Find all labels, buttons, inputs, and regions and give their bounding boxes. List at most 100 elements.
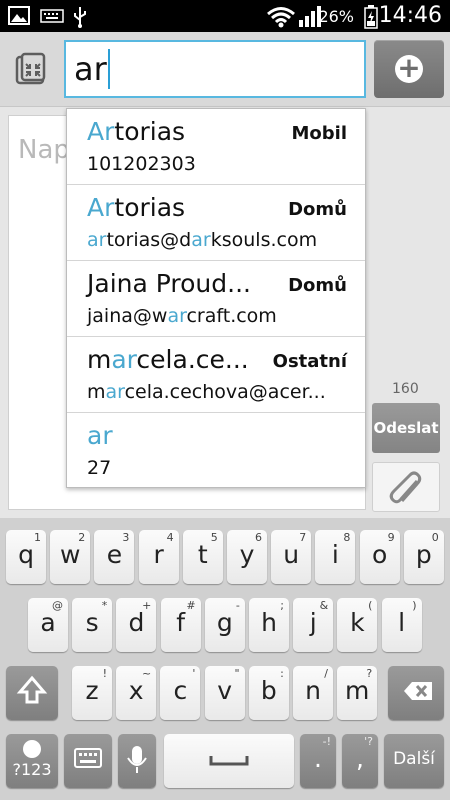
- key-z-label: z: [85, 676, 99, 705]
- key-a[interactable]: a @: [28, 598, 68, 652]
- key-i-secondary: 8: [343, 531, 351, 544]
- space-key[interactable]: [164, 734, 294, 788]
- key-l[interactable]: l): [381, 598, 422, 652]
- key-e-secondary: 3: [122, 531, 130, 544]
- keyboard-settings-key[interactable]: [64, 734, 112, 788]
- period-key-secondary: -!: [322, 735, 331, 748]
- suggestion-item[interactable]: Jaina Proud... Domů jaina@warcraft.com: [67, 261, 365, 337]
- key-m[interactable]: m?: [337, 666, 378, 720]
- key-k[interactable]: k(: [337, 598, 378, 652]
- symbols-mode-key[interactable]: ?123: [6, 734, 58, 788]
- key-h[interactable]: h;: [249, 598, 289, 652]
- key-j[interactable]: j &: [293, 598, 334, 652]
- key-y-label: y: [239, 540, 255, 569]
- character-counter: 160: [392, 381, 419, 397]
- key-n-secondary: /: [324, 667, 328, 680]
- key-g-secondary: -: [235, 599, 240, 612]
- key-e-label: e: [106, 540, 123, 569]
- key-c[interactable]: c ': [160, 666, 201, 720]
- key-x[interactable]: x ~: [116, 666, 157, 720]
- key-v[interactable]: v ": [204, 666, 245, 720]
- next-key[interactable]: Další: [384, 734, 444, 788]
- battery-icon: [364, 5, 378, 29]
- key-v-secondary: ": [234, 667, 240, 680]
- comma-key[interactable]: , '?: [342, 734, 378, 788]
- suggestion-name: Jaina Proud...: [87, 269, 251, 298]
- key-d-label: d: [128, 608, 145, 637]
- key-r-secondary: 4: [166, 531, 174, 544]
- add-recipient-button[interactable]: +: [374, 40, 444, 98]
- keyboard: q 1 w 2 e 3 r 4 t 5 y 6 u 7 i 8 o 9 p 0 a @ s * d + f # g - h; j & k(l) z!…: [0, 518, 450, 800]
- key-m-label: m: [345, 676, 370, 705]
- key-w[interactable]: w2: [50, 530, 91, 584]
- suggestion-detail: artorias@darksouls.com: [87, 229, 318, 251]
- suggestion-name: Artorias: [87, 117, 186, 146]
- suggestion-item[interactable]: Artorias Mobil 101202303: [67, 109, 365, 185]
- key-q-label: q: [18, 540, 34, 569]
- key-b-label: b: [260, 676, 277, 705]
- key-p-secondary: 0: [431, 531, 439, 544]
- send-button[interactable]: Odeslat: [372, 403, 440, 453]
- key-c-secondary: ': [192, 667, 196, 680]
- gallery-icon: [8, 6, 30, 25]
- key-u[interactable]: u7: [271, 530, 312, 584]
- key-d[interactable]: d +: [116, 598, 157, 652]
- suggestion-type: Domů: [288, 199, 347, 220]
- key-f-label: f: [176, 608, 185, 637]
- backspace-key[interactable]: [388, 666, 444, 720]
- key-f[interactable]: f #: [160, 598, 201, 652]
- key-a-label: a: [40, 608, 56, 637]
- voice-input-key[interactable]: [118, 734, 156, 788]
- key-g[interactable]: g-: [204, 598, 245, 652]
- key-n-label: n: [305, 676, 321, 705]
- key-o[interactable]: o9: [359, 530, 400, 584]
- key-p-label: p: [415, 540, 432, 569]
- attach-button[interactable]: [372, 462, 440, 512]
- key-g-label: g: [216, 608, 233, 637]
- period-key[interactable]: . -!: [300, 734, 336, 788]
- key-t-secondary: 5: [210, 531, 218, 544]
- suggestion-name: ar: [87, 421, 113, 450]
- shift-key[interactable]: [6, 666, 58, 720]
- suggestion-name: marcela.ce...: [87, 345, 249, 374]
- key-w-secondary: 2: [78, 531, 86, 544]
- key-k-label: k: [350, 608, 365, 637]
- paperclip-icon: [389, 471, 422, 504]
- key-q[interactable]: q1: [6, 530, 46, 584]
- contacts-picker-button[interactable]: [14, 52, 50, 88]
- key-o-secondary: 9: [387, 531, 395, 544]
- key-i[interactable]: i8: [315, 530, 356, 584]
- key-h-label: h: [261, 608, 277, 637]
- suggestion-detail: marcela.cechova@acer...: [87, 381, 326, 403]
- key-z[interactable]: z!: [72, 666, 112, 720]
- key-y[interactable]: y6: [227, 530, 267, 584]
- keyboard-layout-icon: [74, 748, 102, 768]
- key-x-label: x: [128, 676, 144, 705]
- microphone-icon: [127, 746, 147, 773]
- symbols-mode-label: ?123: [12, 760, 52, 779]
- comma-key-label: ,: [356, 744, 364, 773]
- suggestion-item[interactable]: Artorias Domů artorias@darksouls.com: [67, 185, 365, 261]
- suggestion-type: Domů: [288, 275, 347, 296]
- key-o-label: o: [371, 540, 388, 569]
- key-c-label: c: [173, 676, 188, 705]
- suggestion-name: Artorias: [87, 193, 186, 222]
- key-s[interactable]: s *: [72, 598, 113, 652]
- key-n[interactable]: n /: [293, 666, 333, 720]
- key-s-label: s: [85, 608, 99, 637]
- suggestion-item[interactable]: ar 27: [67, 413, 365, 489]
- text-cursor: [108, 49, 110, 89]
- period-key-label: .: [314, 744, 322, 773]
- key-i-label: i: [331, 540, 339, 569]
- key-b[interactable]: b:: [248, 666, 289, 720]
- key-p[interactable]: p0: [403, 530, 444, 584]
- key-e[interactable]: e3: [94, 530, 135, 584]
- clock: 14:46: [378, 3, 442, 28]
- key-r-label: r: [153, 540, 164, 569]
- key-l-secondary: ): [412, 599, 417, 612]
- key-h-secondary: ;: [280, 599, 284, 612]
- key-r[interactable]: r4: [138, 530, 179, 584]
- key-s-secondary: *: [101, 599, 108, 612]
- suggestion-item[interactable]: marcela.ce... Ostatní marcela.cechova@acer…: [67, 337, 365, 413]
- key-t[interactable]: t5: [182, 530, 223, 584]
